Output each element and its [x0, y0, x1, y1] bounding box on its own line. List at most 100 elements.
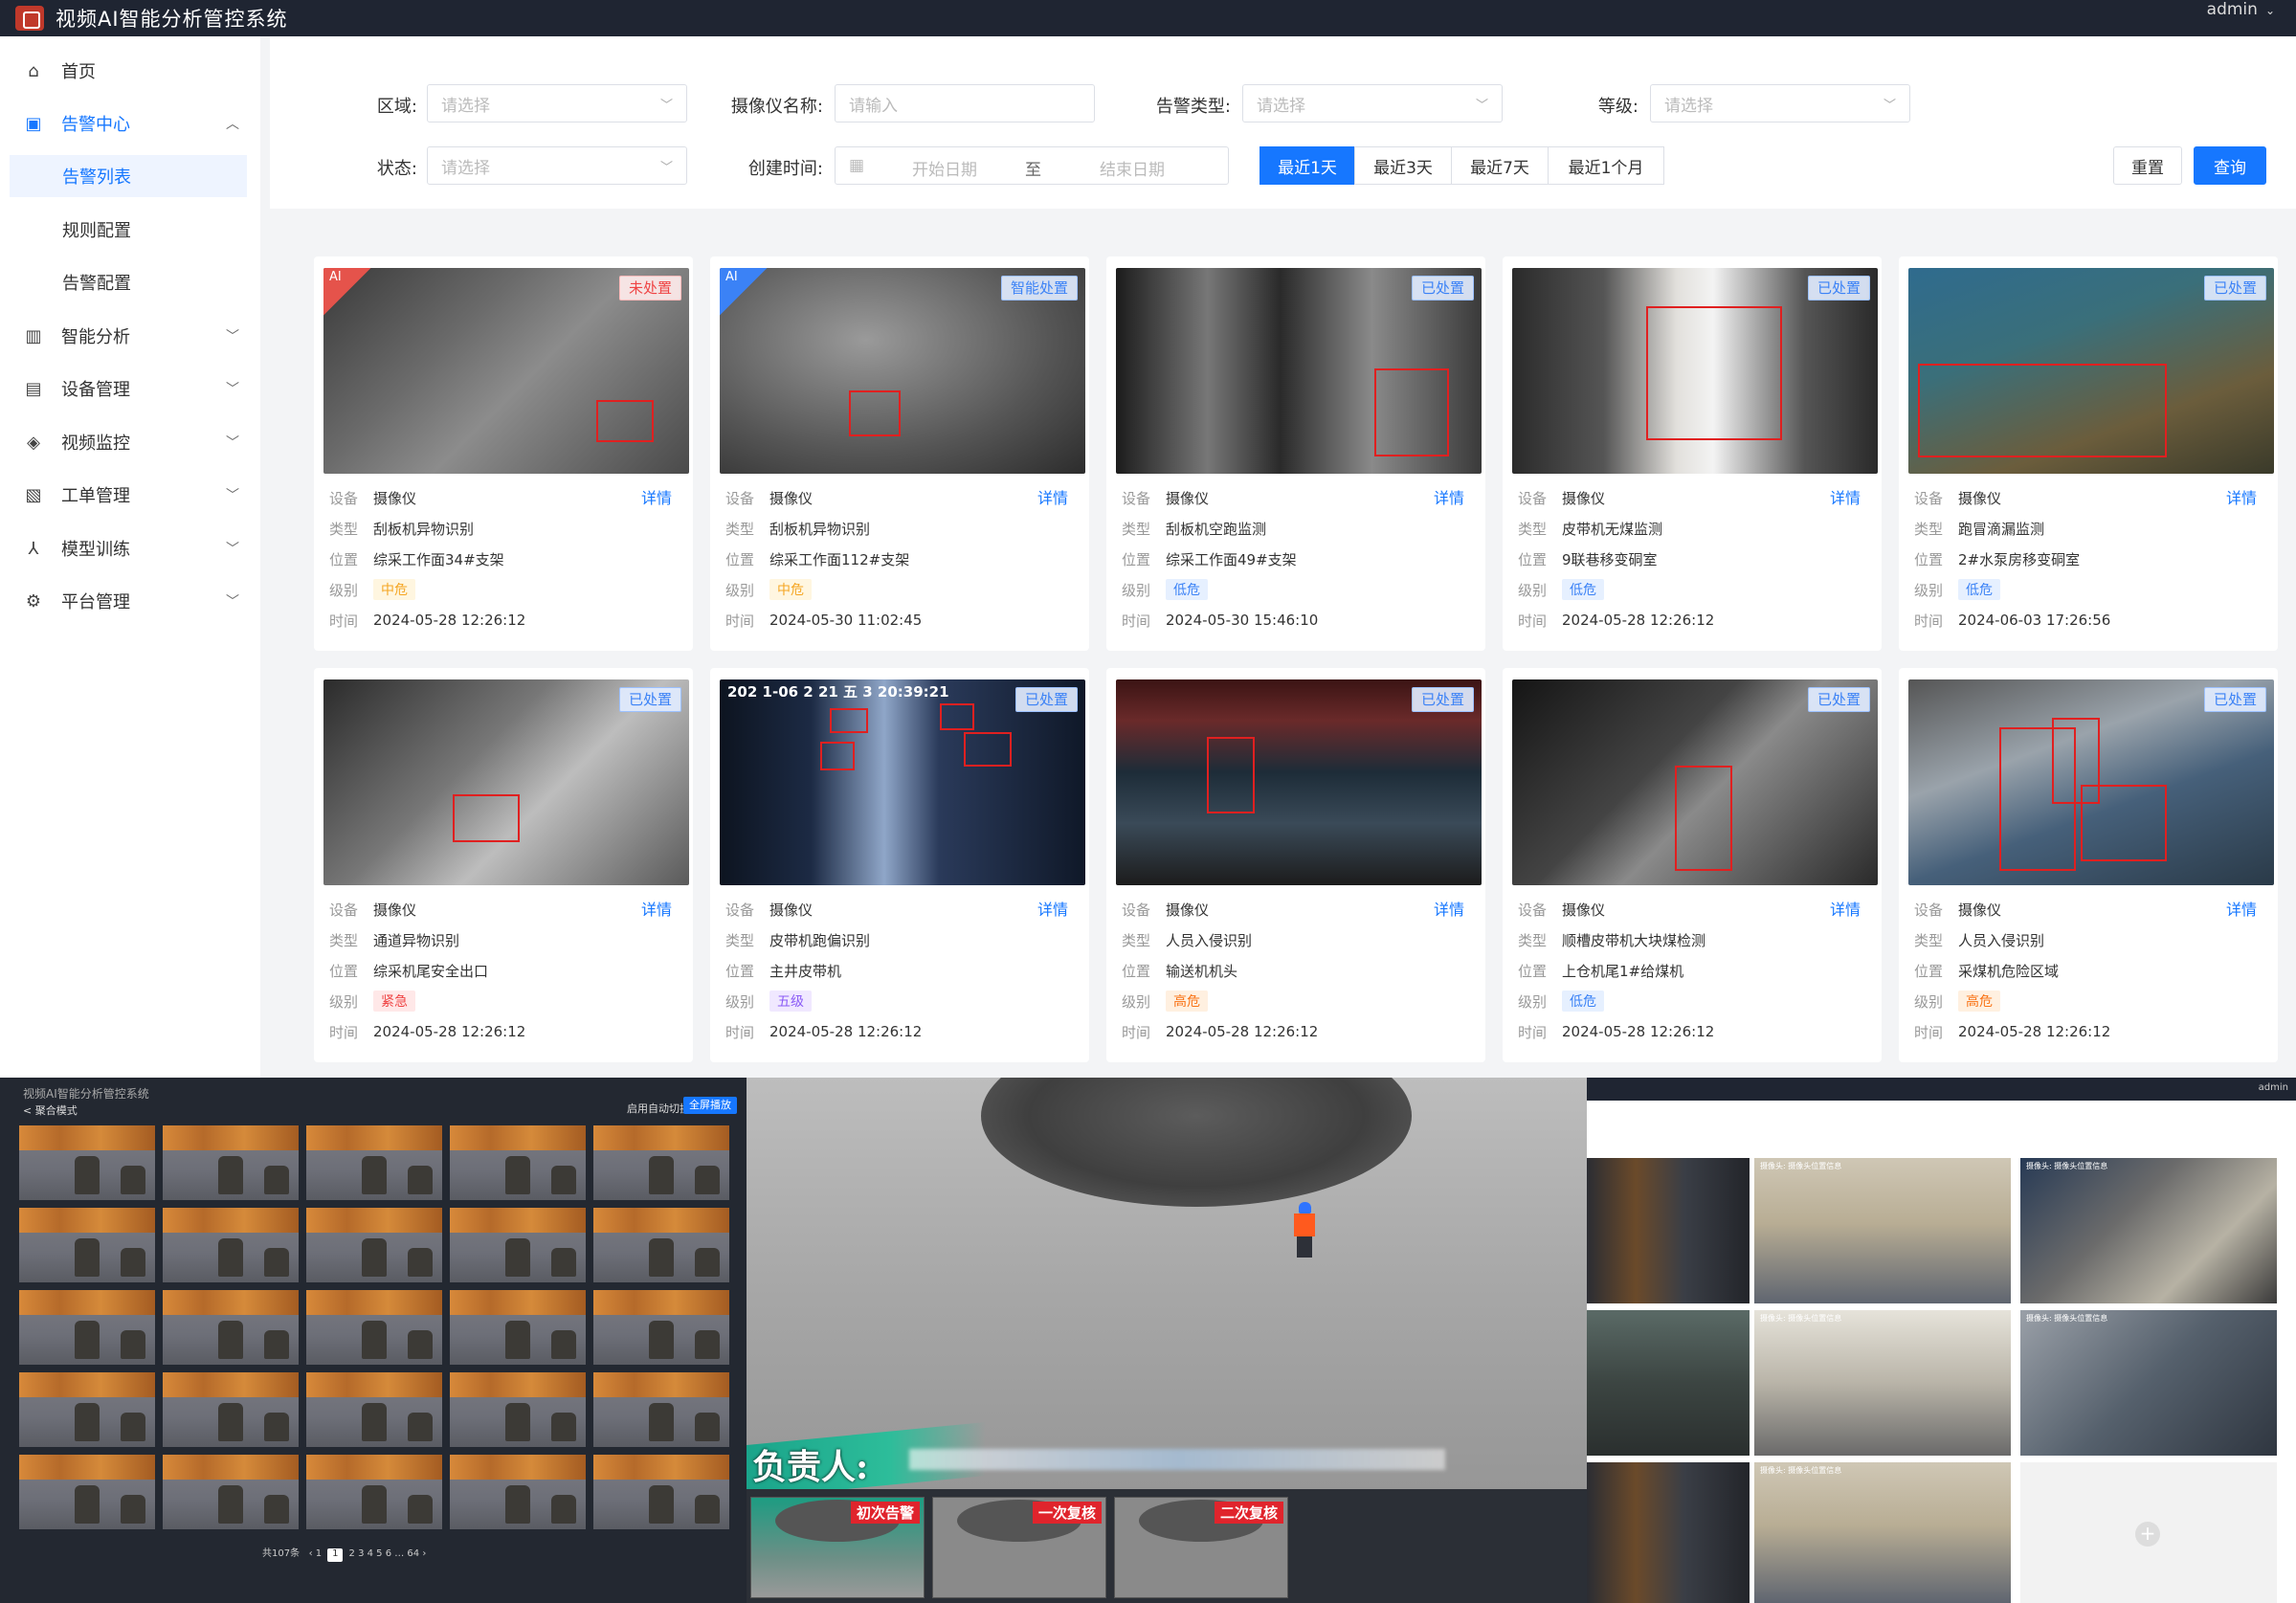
video-tile[interactable]: [19, 1125, 155, 1200]
video-tile[interactable]: [306, 1125, 442, 1200]
sidebar-item-home[interactable]: ⌂ 首页: [0, 50, 260, 92]
start-date-input[interactable]: 开始日期: [912, 156, 977, 180]
fullscreen-button[interactable]: 全屏播放: [683, 1097, 737, 1114]
detail-link[interactable]: 详情: [2226, 897, 2257, 920]
video-tile[interactable]: [593, 1455, 729, 1529]
alarm-snapshot[interactable]: 已处置: [1908, 679, 2274, 885]
quick-range-1m[interactable]: 最近1个月: [1548, 146, 1664, 185]
pagination[interactable]: 共107条 ‹ 1 1 2 3 4 5 6 … 64 ›: [262, 1545, 426, 1562]
detail-link[interactable]: 详情: [1037, 897, 1068, 920]
video-tile[interactable]: [593, 1208, 729, 1282]
aggregate-mode-link[interactable]: < 聚合模式: [23, 1102, 78, 1118]
end-date-input[interactable]: 结束日期: [1100, 156, 1165, 180]
video-tile[interactable]: [19, 1372, 155, 1447]
camera-tile[interactable]: 摄像头: 摄像头位置信息: [1754, 1158, 2011, 1303]
level-select[interactable]: 请选择 ﹀: [1650, 84, 1910, 122]
video-tile[interactable]: [19, 1290, 155, 1365]
detail-link[interactable]: 详情: [1830, 485, 1861, 508]
video-tile[interactable]: [593, 1125, 729, 1200]
initial-alarm-thumb[interactable]: 初次告警: [750, 1497, 925, 1598]
video-tile[interactable]: [306, 1372, 442, 1447]
date-range-picker[interactable]: ▦ 开始日期 至 结束日期: [835, 146, 1229, 185]
camera-tile[interactable]: 摄像头: 摄像头位置信息: [2020, 1158, 2277, 1303]
first-review-thumb[interactable]: 一次复核: [932, 1497, 1106, 1598]
alarm-snapshot[interactable]: 202 1-06 2 21 五 3 20:39:21 已处置: [720, 679, 1085, 885]
video-tile[interactable]: [450, 1125, 586, 1200]
video-tile[interactable]: [450, 1372, 586, 1447]
alarm-snapshot[interactable]: 已处置: [1512, 679, 1878, 885]
alarm-card[interactable]: AI 智能处置 详情 设备 摄像仪 类型 刮板机异物识别 位置 综采工作面112#支架 级别 中危时…: [710, 256, 1089, 651]
alarm-card[interactable]: 已处置 详情 设备 摄像仪 类型 跑冒滴漏监测 位置 2#水泵房移变硐室 级别 低危 时间 2024-…: [1899, 256, 2278, 651]
sidebar-item-platform[interactable]: ⚙ 平台管理 ﹀: [0, 580, 260, 622]
alarm-snapshot[interactable]: AI 智能处置: [720, 268, 1085, 474]
detail-link[interactable]: 详情: [641, 485, 672, 508]
alarm-card[interactable]: 202 1-06 2 21 五 3 20:39:21 已处置 详情 设备 摄像仪 类型 皮带…: [710, 668, 1089, 1062]
sidebar-item-workorders[interactable]: ▧ 工单管理 ﹀: [0, 474, 260, 516]
quick-range-3d[interactable]: 最近3天: [1354, 146, 1452, 185]
video-tile[interactable]: [19, 1455, 155, 1529]
alarm-card[interactable]: AI 未处置 详情 设备 摄像仪 类型 刮板机异物识别 位置 综采工作面34#支架 级别 中危 时间 2…: [314, 256, 693, 651]
quick-range-7d[interactable]: 最近7天: [1451, 146, 1549, 185]
user-menu[interactable]: admin ⌄: [2207, 0, 2275, 20]
alarm-card[interactable]: 已处置 详情 设备 摄像仪 类型 刮板机空跑监测 位置 综采工作面49#支架 级别 低危 时间 202…: [1106, 256, 1485, 651]
video-tile[interactable]: [450, 1290, 586, 1365]
camera-tile[interactable]: [1587, 1158, 1750, 1303]
alarm-card[interactable]: 已处置 详情 设备 摄像仪 类型 顺槽皮带机大块煤检测 位置 上仓机尾1#给煤机 级别 低危 时间 2…: [1503, 668, 1882, 1062]
sidebar-subitem-alarm-list[interactable]: 告警列表: [10, 155, 247, 197]
alarm-snapshot[interactable]: AI 未处置: [323, 268, 689, 474]
camera-name-input[interactable]: 请输入: [835, 84, 1095, 122]
auto-switch-checkbox[interactable]: 启用自动切换: [627, 1101, 690, 1116]
detail-link[interactable]: 详情: [1830, 897, 1861, 920]
reset-button[interactable]: 重置: [2113, 146, 2182, 185]
search-button[interactable]: 查询: [2194, 146, 2266, 185]
area-select[interactable]: 请选择 ﹀: [427, 84, 687, 122]
alarm-snapshot[interactable]: 已处置: [1116, 679, 1482, 885]
sidebar-item-training[interactable]: ⅄ 模型训练 ﹀: [0, 527, 260, 569]
alarm-card[interactable]: 已处置 详情 设备 摄像仪 类型 人员入侵识别 位置 输送机机头 级别 高危 时间 2024-05-2…: [1106, 668, 1485, 1062]
alarm-card[interactable]: 已处置 详情 设备 摄像仪 类型 通道异物识别 位置 综采机尾安全出口 级别 紧急 时间 2024-0…: [314, 668, 693, 1062]
alarm-snapshot[interactable]: 已处置: [1116, 268, 1482, 474]
sidebar-item-alarm-center[interactable]: ▣ 告警中心 ︿: [0, 102, 260, 145]
detection-box: [820, 742, 855, 770]
camera-tile[interactable]: 摄像头: 摄像头位置信息: [2020, 1310, 2277, 1456]
video-tile[interactable]: [450, 1455, 586, 1529]
current-page[interactable]: 1: [327, 1548, 344, 1562]
sidebar-item-analysis[interactable]: ▥ 智能分析 ﹀: [0, 315, 260, 357]
detail-link[interactable]: 详情: [1434, 485, 1464, 508]
video-tile[interactable]: [593, 1290, 729, 1365]
detail-link[interactable]: 详情: [1434, 897, 1464, 920]
meta-key: 位置: [1518, 962, 1548, 980]
alarm-card[interactable]: 已处置 详情 设备 摄像仪 类型 皮带机无煤监测 位置 9联巷移变硐室 级别 低危 时间 2024-0…: [1503, 256, 1882, 651]
camera-tile[interactable]: 摄像头: 摄像头位置信息: [1754, 1462, 2011, 1603]
video-tile[interactable]: [450, 1208, 586, 1282]
sidebar-item-video[interactable]: ◈ 视频监控 ﹀: [0, 421, 260, 463]
sidebar-subitem-rule-config[interactable]: 规则配置: [10, 209, 247, 251]
alarm-snapshot[interactable]: 已处置: [1512, 268, 1878, 474]
detail-link[interactable]: 详情: [641, 897, 672, 920]
video-tile[interactable]: [163, 1208, 299, 1282]
alarm-type-select[interactable]: 请选择 ﹀: [1242, 84, 1503, 122]
add-camera-tile[interactable]: +: [2020, 1462, 2277, 1603]
video-tile[interactable]: [306, 1290, 442, 1365]
video-tile[interactable]: [163, 1125, 299, 1200]
alarm-snapshot[interactable]: 已处置: [1908, 268, 2274, 474]
sidebar-subitem-alarm-config[interactable]: 告警配置: [10, 261, 247, 303]
video-tile[interactable]: [19, 1208, 155, 1282]
video-tile[interactable]: [306, 1455, 442, 1529]
video-tile[interactable]: [163, 1372, 299, 1447]
detail-link[interactable]: 详情: [1037, 485, 1068, 508]
video-tile[interactable]: [593, 1372, 729, 1447]
sidebar-item-devices[interactable]: ▤ 设备管理 ﹀: [0, 367, 260, 410]
detail-link[interactable]: 详情: [2226, 485, 2257, 508]
camera-tile[interactable]: 摄像头: 摄像头位置信息: [1754, 1310, 2011, 1456]
video-tile[interactable]: [163, 1290, 299, 1365]
video-tile[interactable]: [306, 1208, 442, 1282]
alarm-card[interactable]: 已处置 详情 设备 摄像仪 类型 人员入侵识别 位置 采煤机危险区域 级别 高危 时间 2024-05…: [1899, 668, 2278, 1062]
camera-tile[interactable]: [1587, 1310, 1750, 1456]
status-select[interactable]: 请选择 ﹀: [427, 146, 687, 185]
video-tile[interactable]: [163, 1455, 299, 1529]
second-review-thumb[interactable]: 二次复核: [1114, 1497, 1288, 1598]
alarm-snapshot[interactable]: 已处置: [323, 679, 689, 885]
quick-range-1d[interactable]: 最近1天: [1259, 146, 1355, 185]
camera-tile[interactable]: [1587, 1462, 1750, 1603]
